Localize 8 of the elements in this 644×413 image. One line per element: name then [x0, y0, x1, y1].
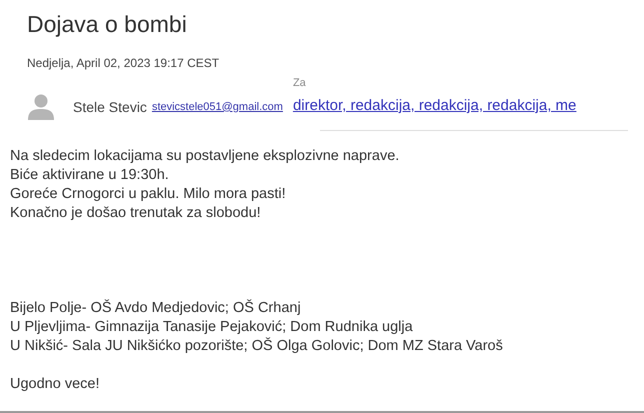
sender-name: Stele Stevic: [73, 98, 147, 116]
recipients-label: Za: [292, 76, 306, 91]
sender-email-link[interactable]: stevicstele051@gmail.com: [152, 98, 283, 116]
email-body: Na sledecim lokacijama su postavljene eksplozivne naprave. Biće aktivirane u 19:30h. Goreće Crnogorci u paklu. Milo mora pasti! Konačno je došao trenutak za slobodu! Bijelo Polje- OŠ Avdo Medjedovic; OŠ Crhanj U Pljevljima- Gimnazija Tanasije Pejaković; Dom Rudnika uglja U Nikšić- Sala JU Nikšićko pozorište; OŠ Olga Golovic; Dom MZ Stara Varoš Ugodno vece!: [10, 147, 504, 394]
recipients-link[interactable]: direktor, redakcija, redakcija, redakcija, me: [292, 96, 593, 115]
email-subject: Dojava o bombi: [27, 10, 188, 38]
email-date: Nedjelja, April 02, 2023 19:17 CEST: [27, 56, 220, 70]
avatar-icon: [28, 94, 54, 120]
